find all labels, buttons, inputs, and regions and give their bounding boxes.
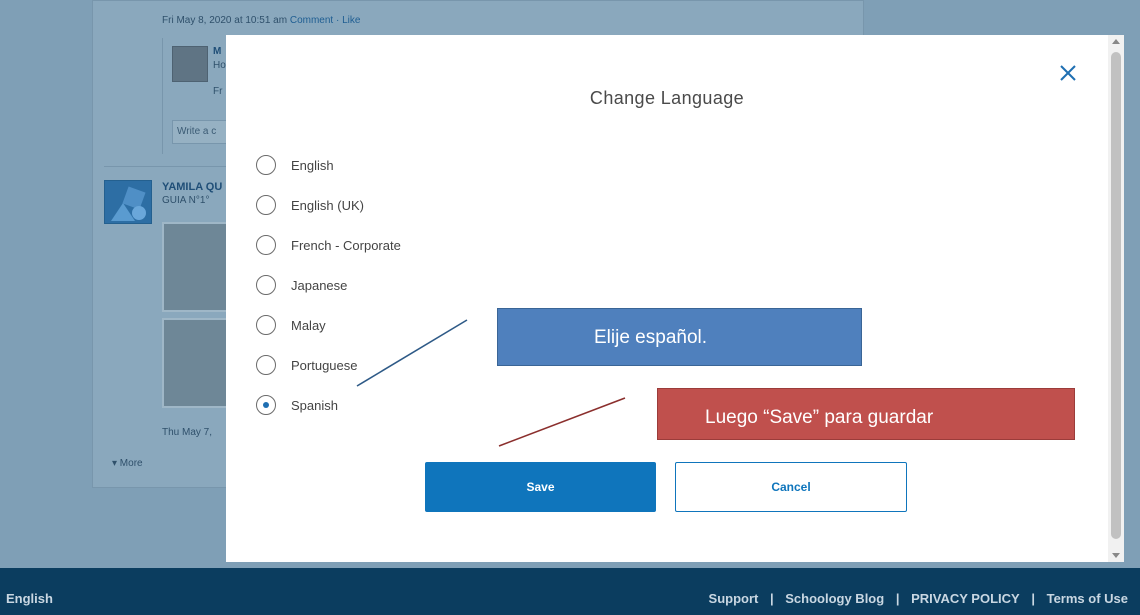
language-option-english[interactable]: English	[256, 145, 401, 185]
language-option-english-uk[interactable]: English (UK)	[256, 185, 401, 225]
radio-button[interactable]	[256, 355, 276, 375]
attachment-thumbnail[interactable]	[162, 318, 228, 408]
annotation-callout-save: Luego “Save” para guardar	[657, 388, 1075, 440]
footer-link-blog[interactable]: Schoology Blog	[785, 591, 884, 606]
language-label: Malay	[291, 317, 326, 333]
footer-separator: |	[769, 591, 774, 606]
language-radio-list: English English (UK) French - Corporate …	[256, 145, 401, 425]
avatar-shapes-icon	[111, 186, 146, 221]
change-language-modal: Change Language English English (UK) Fre…	[226, 35, 1124, 562]
footer-separator: |	[895, 591, 900, 606]
post-meta: Fri May 8, 2020 at 10:51 am Comment · Li…	[162, 15, 360, 26]
author-name[interactable]: YAMILA QU	[162, 181, 222, 193]
modal-scrollbar[interactable]	[1108, 35, 1124, 562]
radio-button[interactable]	[256, 195, 276, 215]
post-divider	[104, 166, 244, 167]
language-label: English (UK)	[291, 197, 364, 213]
post-actions-link[interactable]: Comment · Like	[290, 15, 361, 26]
annotation-callout-choose-spanish: Elije español.	[497, 308, 862, 366]
language-label: French - Corporate	[291, 237, 401, 253]
radio-button[interactable]	[256, 235, 276, 255]
language-label: Spanish	[291, 397, 338, 413]
radio-button-selected[interactable]	[256, 395, 276, 415]
author-avatar	[104, 180, 152, 224]
post-title: GUIA N°1°	[162, 195, 210, 206]
footer-link-privacy[interactable]: PRIVACY POLICY	[911, 591, 1020, 606]
attachment-thumbnail[interactable]	[162, 222, 228, 312]
footer-links: Support | Schoology Blog | PRIVACY POLIC…	[705, 591, 1132, 606]
cancel-button[interactable]: Cancel	[675, 462, 907, 512]
post-timestamp: Fri May 8, 2020 at 10:51 am	[162, 15, 288, 26]
post-date: Thu May 7,	[162, 427, 213, 438]
scroll-down-arrow-icon[interactable]	[1112, 553, 1120, 558]
scroll-up-arrow-icon[interactable]	[1112, 39, 1120, 44]
language-label: Portuguese	[291, 357, 358, 373]
radio-button[interactable]	[256, 275, 276, 295]
close-button[interactable]	[1056, 61, 1080, 85]
footer-link-support[interactable]: Support	[709, 591, 759, 606]
save-button[interactable]: Save	[425, 462, 656, 512]
modal-title: Change Language	[589, 88, 745, 108]
language-option-french-corporate[interactable]: French - Corporate	[256, 225, 401, 265]
close-icon[interactable]	[1056, 61, 1080, 85]
footer-separator: |	[1031, 591, 1035, 606]
comment-text: Ho	[213, 60, 226, 71]
commenter-name[interactable]: M	[213, 46, 221, 57]
language-option-japanese[interactable]: Japanese	[256, 265, 401, 305]
more-link[interactable]: ▾ More	[112, 458, 143, 469]
footer: English Support | Schoology Blog | PRIVA…	[0, 568, 1140, 615]
language-label: English	[291, 157, 334, 173]
comment-date: Fr	[213, 86, 223, 97]
language-option-portuguese[interactable]: Portuguese	[256, 345, 401, 385]
scrollbar-thumb[interactable]	[1111, 52, 1121, 539]
language-option-malay[interactable]: Malay	[256, 305, 401, 345]
footer-language[interactable]: English	[6, 591, 53, 606]
language-label: Japanese	[291, 277, 348, 293]
commenter-avatar	[172, 46, 208, 82]
language-option-spanish[interactable]: Spanish	[256, 385, 401, 425]
radio-button[interactable]	[256, 155, 276, 175]
footer-link-terms[interactable]: Terms of Use	[1047, 591, 1128, 606]
radio-button[interactable]	[256, 315, 276, 335]
